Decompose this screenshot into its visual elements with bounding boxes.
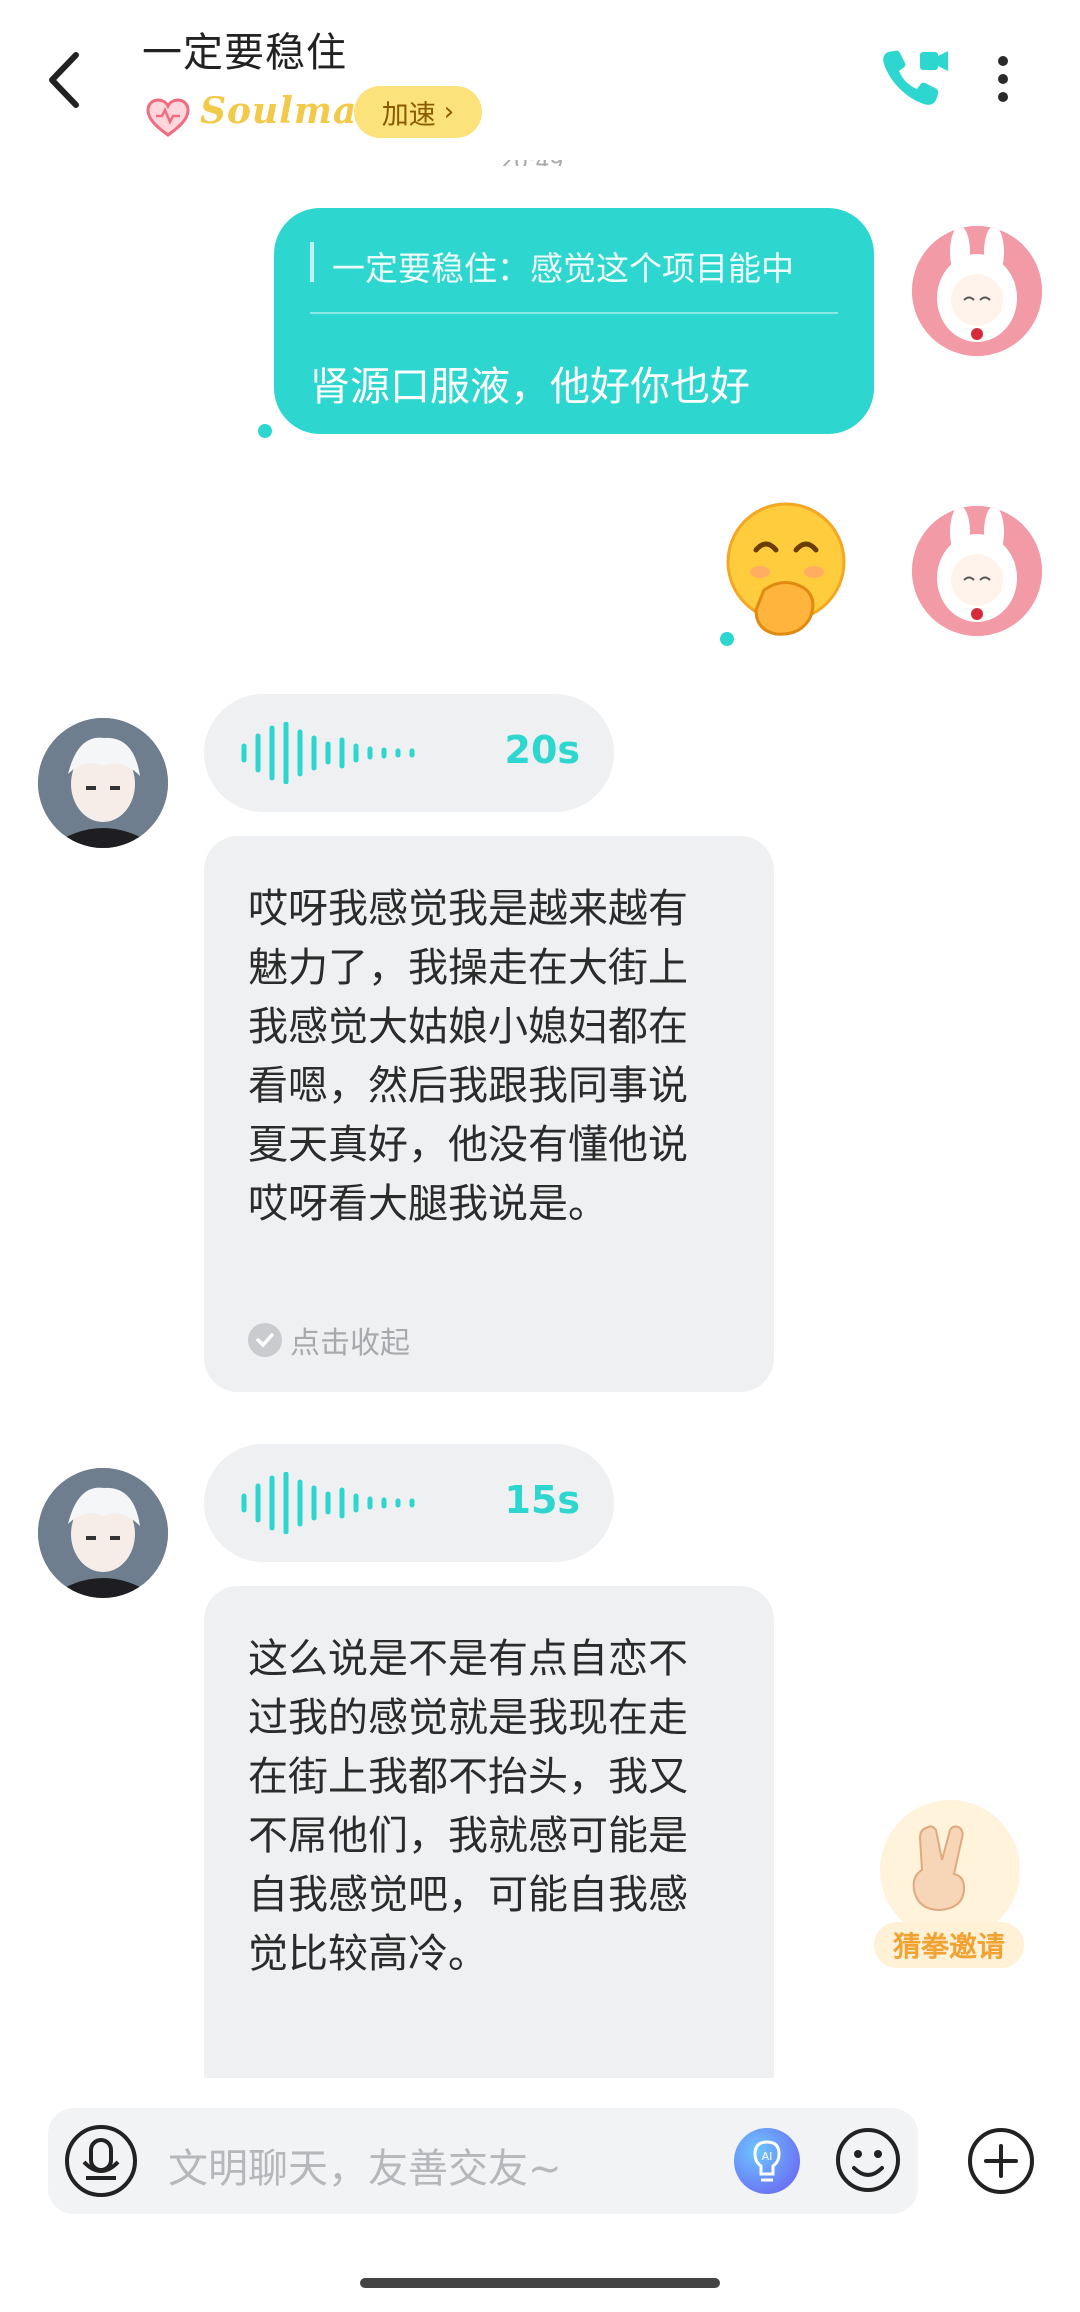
rps-invite-label: 猜拳邀请 — [874, 1922, 1024, 1968]
collapse-label: 点击收起 — [290, 1326, 410, 1361]
contact-avatar[interactable] — [38, 1468, 168, 1598]
ai-assist-icon[interactable]: AI — [734, 2128, 800, 2194]
quoted-text: 一定要稳住：感觉这个项目能中 — [332, 249, 794, 288]
voice-wave-icon — [241, 722, 415, 784]
quote-bar — [310, 242, 314, 282]
read-indicator-dot — [258, 424, 272, 438]
svg-text:AI: AI — [762, 2150, 773, 2163]
voice-message[interactable]: 15s — [204, 1444, 614, 1562]
transcript-text: 哎呀我感觉我是越来越有魅力了，我操走在大街上我感觉大姑娘小媳妇都在看嗯，然后我跟… — [248, 886, 688, 1227]
emoji-message[interactable] — [720, 498, 860, 638]
message-input-placeholder[interactable]: 文明聊天，友善交友~ — [168, 2136, 562, 2194]
voice-message[interactable]: 20s — [204, 694, 614, 812]
read-indicator-dot — [720, 632, 734, 646]
voice-transcript-bubble[interactable]: 这么说是不是有点自恋不过我的感觉就是我现在走在街上我都不抬头，我又不屌他们，我就… — [204, 1586, 774, 2146]
check-icon — [248, 1323, 282, 1357]
heart-icon — [146, 98, 190, 138]
boost-label: 加速 — [381, 99, 436, 131]
back-arrow-icon[interactable] — [40, 45, 100, 115]
contact-avatar[interactable] — [38, 718, 168, 848]
chat-header: 一定要稳住 Soulmate 加速 › — [0, 0, 1080, 160]
my-avatar[interactable] — [912, 226, 1042, 356]
input-bar: 文明聊天，友善交友~ AI — [0, 2078, 1080, 2312]
more-options-icon[interactable] — [988, 50, 1018, 110]
rps-invite-button[interactable]: 猜拳邀请 — [874, 1800, 1024, 1980]
transcript-text: 这么说是不是有点自恋不过我的感觉就是我现在走在街上我都不抬头，我又不屌他们，我就… — [248, 1636, 688, 1977]
boost-button[interactable]: 加速 › — [354, 86, 482, 138]
voice-transcript-bubble[interactable]: 哎呀我感觉我是越来越有魅力了，我操走在大街上我感觉大姑娘小媳妇都在看嗯，然后我跟… — [204, 836, 774, 1392]
video-call-icon[interactable] — [878, 46, 950, 112]
collapse-button[interactable]: 点击收起 — [248, 1318, 410, 1362]
emoji-picker-icon[interactable] — [832, 2124, 904, 2196]
voice-input-icon[interactable] — [62, 2122, 140, 2200]
chat-title[interactable]: 一定要稳住 — [142, 20, 347, 78]
home-indicator[interactable] — [360, 2278, 720, 2288]
my-avatar[interactable] — [912, 506, 1042, 636]
message-input-box[interactable]: 文明聊天，友善交友~ AI — [48, 2108, 918, 2214]
add-attachment-icon[interactable] — [966, 2126, 1036, 2196]
reply-text: 肾源口服液，他好你也好 — [310, 364, 750, 410]
voice-duration: 20s — [504, 728, 581, 772]
voice-duration: 15s — [504, 1478, 581, 1522]
voice-wave-icon — [241, 1472, 415, 1534]
outgoing-quote-message[interactable]: 一定要稳住：感觉这个项目能中 肾源口服液，他好你也好 — [274, 208, 874, 434]
victory-hand-icon — [904, 1822, 984, 1929]
quote-divider — [310, 312, 838, 314]
chevron-right-icon: › — [443, 97, 455, 127]
